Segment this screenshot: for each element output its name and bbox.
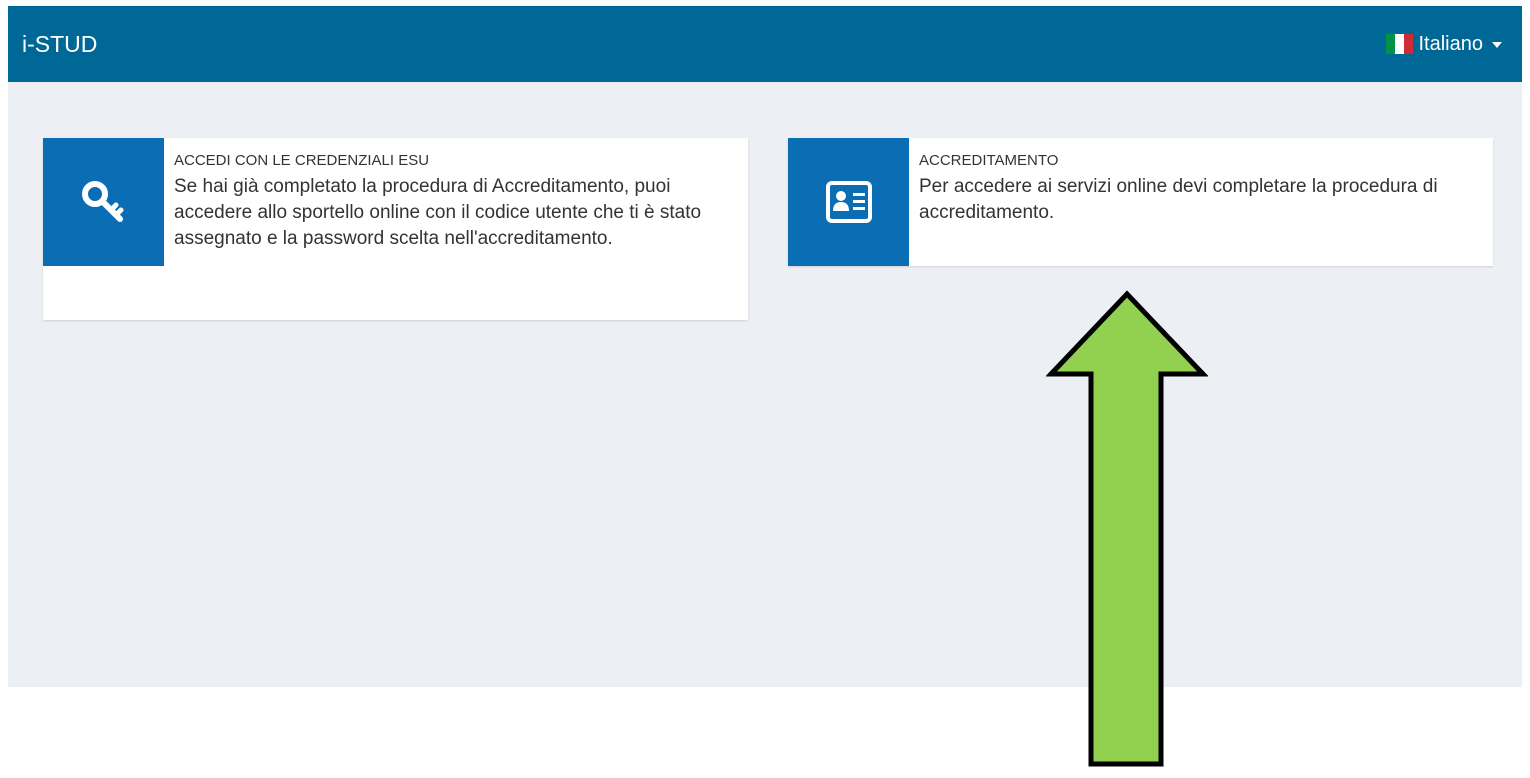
id-card-icon [825,181,872,223]
card-body: ACCREDITAMENTO Per accedere ai servizi o… [909,138,1493,266]
caret-down-icon [1492,42,1502,48]
card-title: ACCEDI CON LE CREDENZIALI ESU [174,152,430,169]
card-body: ACCEDI CON LE CREDENZIALI ESU Se hai già… [164,138,748,320]
main-content: ACCEDI CON LE CREDENZIALI ESU Se hai già… [8,82,1522,687]
language-label: Italiano [1418,32,1484,55]
language-dropdown[interactable]: Italiano [1385,32,1502,56]
top-navbar: i-STUD Italiano [8,6,1522,82]
accreditamento-card[interactable]: ACCREDITAMENTO Per accedere ai servizi o… [788,138,1493,266]
card-description: Se hai già completato la procedura di Ac… [174,176,702,249]
key-icon [81,181,123,222]
brand-link[interactable]: i-STUD [22,30,97,58]
card-title: ACCREDITAMENTO [919,152,1059,169]
login-esu-card[interactable]: ACCEDI CON LE CREDENZIALI ESU Se hai già… [43,138,748,320]
green-arrow-up-icon [1046,290,1208,767]
id-card-icon-tile [788,138,909,266]
card-description: Per accedere ai servizi online devi comp… [919,176,1438,223]
italy-flag-icon [1385,34,1413,54]
key-icon-tile [43,138,164,266]
